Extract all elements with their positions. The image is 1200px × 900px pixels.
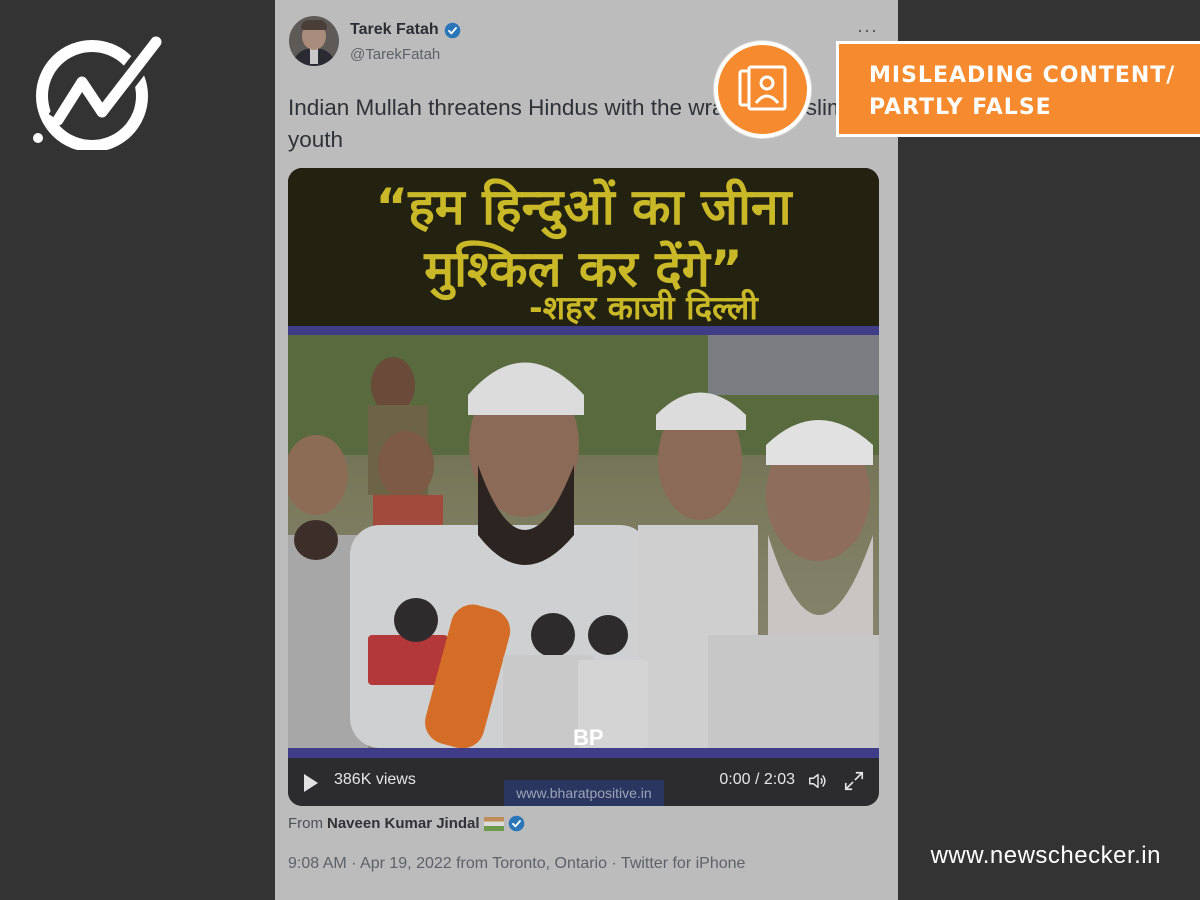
rating-badge xyxy=(714,41,811,138)
rating-banner: MISLEADING CONTENT/ PARTLY FALSE xyxy=(836,41,1200,137)
newschecker-logo xyxy=(33,35,164,150)
author-handle[interactable]: @TarekFatah xyxy=(350,46,440,63)
verified-badge-icon xyxy=(444,22,460,38)
tweet-card: Tarek Fatah @TarekFatah ··· Indian Mulla… xyxy=(275,0,898,900)
india-flag-icon xyxy=(483,816,504,831)
author-name-row: Tarek Fatah xyxy=(350,21,461,39)
from-prefix: From xyxy=(288,815,323,832)
fullscreen-icon[interactable] xyxy=(843,770,865,792)
view-count: 386K views xyxy=(334,771,416,788)
video-divider xyxy=(288,326,879,335)
tweet-metadata[interactable]: 9:08 AM · Apr 19, 2022 from Toronto, Ont… xyxy=(288,855,745,873)
author-avatar[interactable] xyxy=(289,16,339,66)
video-source: From Naveen Kumar Jindal xyxy=(288,815,525,832)
volume-icon[interactable] xyxy=(807,770,829,792)
rating-label: MISLEADING CONTENT/ PARTLY FALSE xyxy=(869,60,1175,124)
rating-line-1: MISLEADING CONTENT/ xyxy=(869,63,1176,88)
site-url[interactable]: www.newschecker.in xyxy=(931,842,1161,870)
verified-badge-icon xyxy=(508,815,524,832)
banner-line-3: -शहर काजी दिल्ली xyxy=(529,288,758,327)
video-watermark: www.bharatpositive.in xyxy=(504,780,664,806)
video-player[interactable]: “हम हिन्दुओं का जीना मुश्किल कर देंगे” -… xyxy=(288,168,879,806)
channel-logo: BP xyxy=(573,725,604,748)
author-name[interactable]: Tarek Fatah xyxy=(350,21,439,39)
video-banner: “हम हिन्दुओं का जीना मुश्किल कर देंगे” -… xyxy=(288,168,879,328)
play-icon[interactable] xyxy=(304,774,318,792)
video-time: 0:00 / 2:03 xyxy=(719,771,795,788)
video-bottom-stripe xyxy=(288,748,879,758)
video-scene-illustration: BP xyxy=(288,335,879,750)
source-name[interactable]: Naveen Kumar Jindal xyxy=(327,815,480,832)
more-options-icon[interactable]: ··· xyxy=(857,20,878,41)
video-frame: BP xyxy=(288,335,879,750)
banner-line-1: “हम हिन्दुओं का जीना xyxy=(375,178,792,236)
rating-line-2: PARTLY FALSE xyxy=(869,95,1052,120)
picture-frame-icon xyxy=(738,65,787,111)
